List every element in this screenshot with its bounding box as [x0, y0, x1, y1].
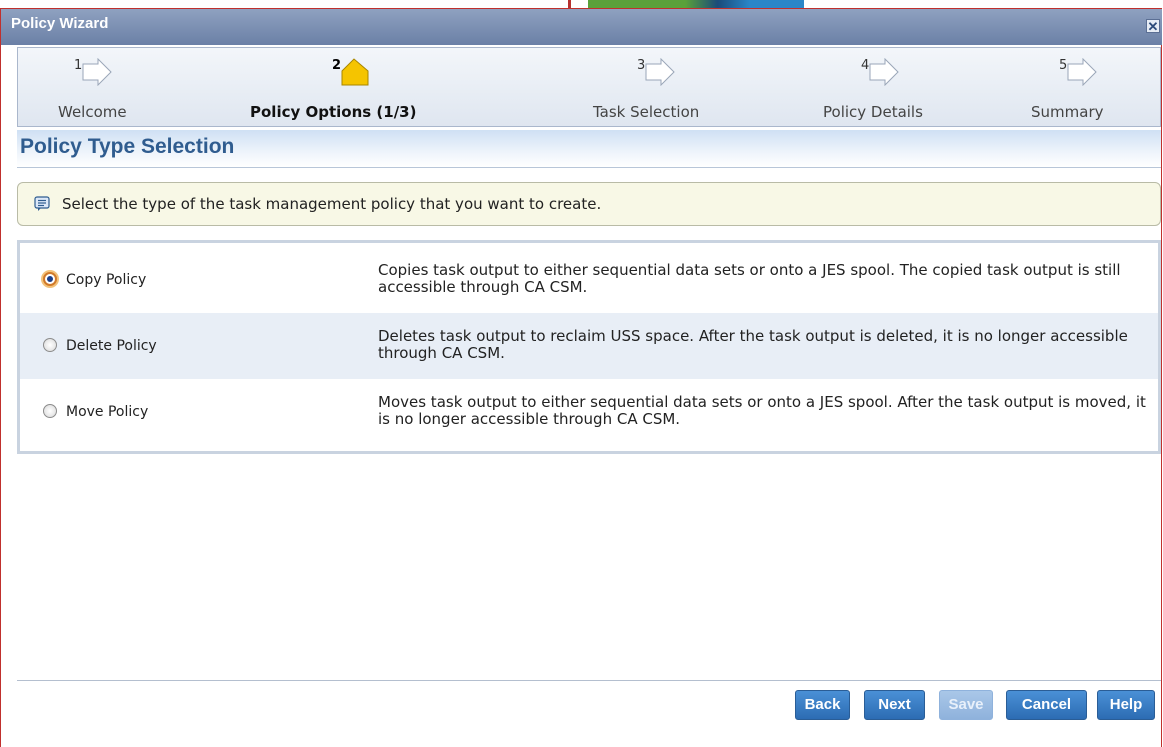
- policy-option-copy[interactable]: Copy Policy Copies task output to either…: [20, 247, 1158, 313]
- background-strip: [0, 0, 1163, 8]
- step-label: Welcome: [58, 103, 127, 121]
- copy-policy-radio[interactable]: [43, 272, 57, 286]
- policy-description: Moves task output to either sequential d…: [378, 393, 1146, 428]
- policy-name[interactable]: Move Policy: [66, 404, 148, 420]
- next-button[interactable]: Next: [864, 690, 925, 720]
- step-label: Task Selection: [593, 103, 700, 121]
- help-button[interactable]: Help: [1097, 690, 1155, 720]
- step-policy-details: 4 Policy Details: [823, 48, 953, 126]
- step-arrow-icon: [1067, 58, 1097, 86]
- step-policy-options: 2 Policy Options (1/3): [250, 48, 460, 126]
- policy-name[interactable]: Copy Policy: [66, 272, 146, 288]
- step-arrow-icon: [869, 58, 899, 86]
- policy-name[interactable]: Delete Policy: [66, 338, 157, 354]
- background-marker: [568, 0, 571, 8]
- policy-type-list: Copy Policy Copies task output to either…: [17, 240, 1161, 454]
- title-bar[interactable]: Policy Wizard ✕: [1, 9, 1162, 45]
- cancel-button[interactable]: Cancel: [1006, 690, 1087, 720]
- message-icon: [34, 196, 50, 211]
- policy-description: Deletes task output to reclaim USS space…: [378, 327, 1128, 362]
- step-task-selection: 3 Task Selection: [593, 48, 733, 126]
- background-banner: [588, 0, 804, 8]
- section-header: Policy Type Selection: [17, 130, 1161, 168]
- close-icon[interactable]: ✕: [1146, 19, 1160, 34]
- section-title: Policy Type Selection: [20, 135, 235, 158]
- delete-policy-radio[interactable]: [43, 338, 57, 352]
- policy-description: Copies task output to either sequential …: [378, 261, 1121, 296]
- step-current-icon: [341, 58, 369, 86]
- back-button[interactable]: Back: [795, 690, 850, 720]
- step-arrow-icon: [82, 58, 112, 86]
- wizard-steps: 1 Welcome 2 Policy Options (1/3) 3 Task …: [17, 47, 1161, 127]
- policy-option-delete[interactable]: Delete Policy Deletes task output to rec…: [20, 313, 1158, 379]
- footer-divider: [17, 680, 1161, 681]
- info-message: Select the type of the task management p…: [17, 182, 1161, 226]
- step-label: Summary: [1031, 103, 1104, 121]
- save-button[interactable]: Save: [939, 690, 993, 720]
- policy-option-move[interactable]: Move Policy Moves task output to either …: [20, 379, 1158, 445]
- step-label: Policy Details: [823, 103, 923, 121]
- dialog-title: Policy Wizard: [11, 15, 109, 32]
- move-policy-radio[interactable]: [43, 404, 57, 418]
- step-welcome: 1 Welcome: [58, 48, 158, 126]
- step-label: Policy Options (1/3): [250, 103, 417, 121]
- info-text: Select the type of the task management p…: [62, 195, 602, 213]
- step-summary: 5 Summary: [1031, 48, 1121, 126]
- step-arrow-icon: [645, 58, 675, 86]
